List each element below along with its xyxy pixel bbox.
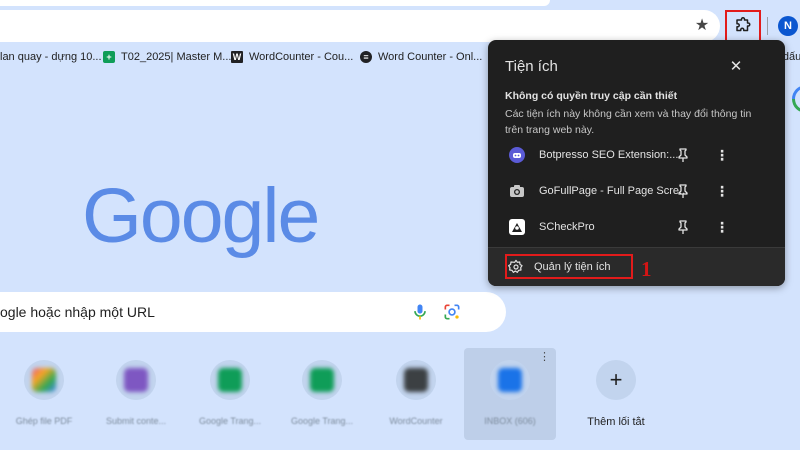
popup-section-description: Các tiện ích này không cần xem và thay đ… <box>505 108 752 136</box>
bookmark-item[interactable]: + T02_2025| Master M... <box>103 44 231 70</box>
shortcut-favicon <box>310 368 334 392</box>
popup-footer: Quản lý tiện ích <box>488 247 785 286</box>
bookmark-item[interactable]: lan quay - dựng 10... <box>0 44 102 70</box>
shortcut-tile[interactable]: WordCounter <box>372 346 460 442</box>
manage-extensions-label: Quản lý tiện ích <box>534 261 611 273</box>
shortcut-icon-circle <box>490 360 530 400</box>
shortcut-favicon <box>124 368 148 392</box>
bookmark-label: Word Counter - Onl... <box>378 51 483 63</box>
bookmark-label: lan quay - dựng 10... <box>0 51 102 63</box>
address-bar[interactable] <box>0 10 720 42</box>
close-icon[interactable]: ✕ <box>725 56 747 78</box>
bookmark-label: T02_2025| Master M... <box>121 51 232 63</box>
shortcut-tile[interactable]: Ghép file PDF <box>0 346 88 442</box>
add-shortcut-tile[interactable]: + Thêm lối tắt <box>572 346 660 442</box>
add-shortcut-circle: + <box>596 360 636 400</box>
w-icon: W <box>231 51 243 63</box>
profile-avatar[interactable]: N <box>778 16 798 36</box>
gear-icon <box>508 259 523 273</box>
shortcut-tile[interactable]: ⋮ INBOX (606) <box>464 348 556 440</box>
search-input[interactable]: ogle hoặc nhập một URL <box>0 292 155 332</box>
pin-icon[interactable] <box>675 183 691 199</box>
extensions-button[interactable] <box>731 14 755 38</box>
sheets-icon: + <box>103 51 115 63</box>
shortcut-label: WordCounter <box>389 416 443 426</box>
shortcut-favicon <box>498 368 522 392</box>
shortcut-tile[interactable]: Google Trang... <box>186 346 274 442</box>
extension-item[interactable]: SCheckPro ⋮ <box>488 209 785 245</box>
toolbar-separator <box>767 17 768 35</box>
more-options-icon[interactable]: ⋮ <box>714 219 730 235</box>
popup-title: Tiện ích <box>505 58 558 75</box>
popup-section-heading: Không có quyền truy cập cần thiết <box>505 90 678 102</box>
shortcut-icon-circle <box>302 360 342 400</box>
extension-name: SCheckPro <box>539 221 595 233</box>
w-circle-icon: ≡ <box>360 51 372 63</box>
shortcut-icon-circle <box>116 360 156 400</box>
bookmark-item[interactable]: W WordCounter - Cou... <box>231 44 353 70</box>
shortcut-label: INBOX (606) <box>484 416 536 426</box>
shortcut-tile[interactable]: Google Trang... <box>278 346 366 442</box>
shortcut-icon-circle <box>24 360 64 400</box>
microphone-icon[interactable] <box>410 302 430 322</box>
annotation-number-1: 1 <box>641 257 652 281</box>
shortcut-favicon <box>32 368 56 392</box>
more-options-icon[interactable]: ⋮ <box>714 147 730 163</box>
shortcut-favicon <box>404 368 428 392</box>
shortcut-label: Submit conte... <box>105 416 167 426</box>
shortcut-tile[interactable]: Submit conte... <box>92 346 180 442</box>
add-shortcut-label: Thêm lối tắt <box>587 416 645 428</box>
google-logo: Google <box>82 173 320 259</box>
extension-name: Botpresso SEO Extension:... <box>539 149 679 161</box>
extension-item[interactable]: Botpresso SEO Extension:... ⋮ <box>488 137 785 173</box>
extension-item[interactable]: GoFullPage - Full Page Scre... ⋮ <box>488 173 785 209</box>
extensions-popup: Tiện ích ✕ Không có quyền truy cập cần t… <box>488 40 785 286</box>
active-tab-edge <box>0 0 550 6</box>
bookmark-star-icon[interactable]: ★ <box>692 16 712 36</box>
shortcut-label: Google Trang... <box>198 416 262 426</box>
pin-icon[interactable] <box>675 219 691 235</box>
puzzle-icon <box>736 17 751 32</box>
shortcut-favicon <box>218 368 242 392</box>
scheckpro-icon <box>509 219 525 235</box>
pin-icon[interactable] <box>675 147 691 163</box>
shortcut-more-icon[interactable]: ⋮ <box>539 352 550 363</box>
tab-strip <box>0 0 800 8</box>
shortcut-icon-circle <box>396 360 436 400</box>
account-icon[interactable] <box>792 85 800 113</box>
more-options-icon[interactable]: ⋮ <box>714 183 730 199</box>
google-lens-icon[interactable] <box>442 302 462 322</box>
shortcut-label: Google Trang... <box>290 416 354 426</box>
camera-icon <box>509 183 525 199</box>
extension-name: GoFullPage - Full Page Scre... <box>539 185 689 197</box>
plus-icon: + <box>596 360 636 400</box>
bookmark-item[interactable]: ≡ Word Counter - Onl... <box>360 44 482 70</box>
bookmark-label: WordCounter - Cou... <box>249 51 354 63</box>
search-box[interactable]: ogle hoặc nhập một URL <box>0 292 506 332</box>
shortcut-label: Ghép file PDF <box>15 416 73 426</box>
botpresso-icon <box>509 147 525 163</box>
shortcut-icon-circle <box>210 360 250 400</box>
manage-extensions-button[interactable]: Quản lý tiện ích <box>508 256 610 278</box>
